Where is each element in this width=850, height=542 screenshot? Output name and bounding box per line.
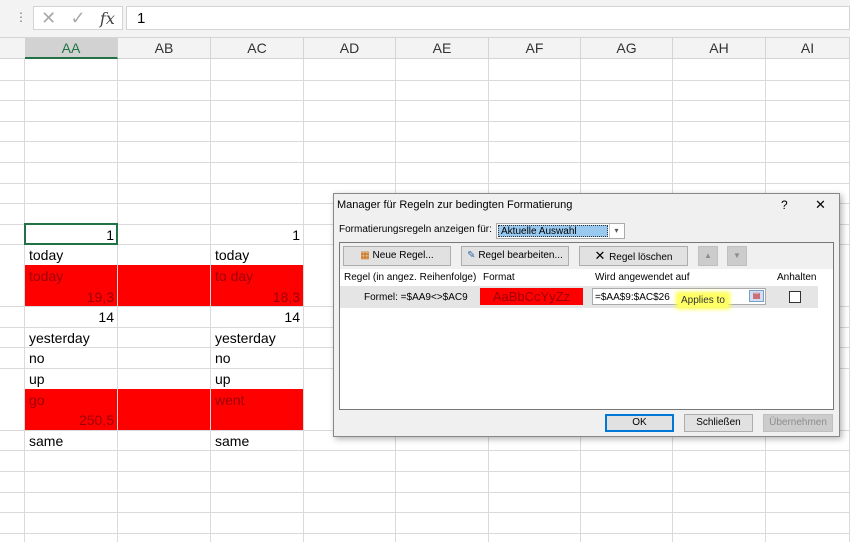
column-headers: AA AB AC AD AE AF AG AH AI: [0, 38, 850, 59]
cell-aa-10[interactable]: today: [25, 266, 118, 287]
cell-aa-14[interactable]: no: [25, 348, 118, 369]
cell-ac-16[interactable]: went: [211, 390, 304, 411]
cell-ac-13[interactable]: yesterday: [211, 328, 304, 349]
dialog-title: Manager für Regeln zur bedingten Formati…: [337, 199, 573, 211]
gridline: [0, 512, 850, 514]
chevron-down-icon: ▾: [609, 224, 623, 238]
move-up-button[interactable]: ▲: [698, 246, 718, 266]
enter-icon[interactable]: ✓: [71, 8, 86, 29]
header-format: Format: [483, 272, 515, 283]
ok-button[interactable]: OK: [605, 414, 674, 432]
fx-icon[interactable]: fx: [100, 9, 115, 28]
edit-rule-icon: ✎: [467, 250, 479, 261]
cancel-icon[interactable]: ✕: [41, 8, 56, 29]
gridline: [0, 450, 850, 452]
gridline: [0, 532, 850, 534]
format-preview: AaBbCcYyZz: [480, 288, 583, 305]
column-header-aa[interactable]: AA: [25, 38, 118, 59]
cell-ac-8[interactable]: 1: [211, 225, 304, 246]
delete-rule-button[interactable]: ✕ Regel löschen: [579, 246, 688, 266]
header-rule: Regel (in angez. Reihenfolge): [344, 272, 477, 283]
column-header-ab[interactable]: AB: [118, 38, 211, 59]
column-header-af[interactable]: AF: [489, 38, 581, 59]
cell-ac-15[interactable]: up: [211, 369, 304, 390]
move-down-button[interactable]: ▼: [727, 246, 747, 266]
apply-button[interactable]: Übernehmen: [763, 414, 833, 432]
show-rules-label: Formatierungsregeln anzeigen für:: [339, 224, 492, 235]
gridline: [0, 120, 850, 122]
new-rule-button[interactable]: ▦ Neue Regel...: [343, 246, 451, 266]
applies-to-annotation: Applies to: [678, 294, 728, 307]
help-button[interactable]: ?: [781, 198, 788, 212]
cell-ac-18[interactable]: same: [211, 431, 304, 452]
options-icon[interactable]: ⋮: [15, 10, 27, 24]
cell-ac-11[interactable]: 18,3: [211, 287, 304, 308]
column-header-ac[interactable]: AC: [211, 38, 304, 59]
gridline: [0, 162, 850, 163]
active-cell-border: [24, 222, 118, 246]
column-header-ag[interactable]: AG: [581, 38, 673, 59]
stop-if-true-checkbox[interactable]: [789, 291, 801, 303]
delete-icon: ✕: [594, 248, 610, 263]
cell-aa-18[interactable]: same: [25, 431, 118, 452]
column-header-ah[interactable]: AH: [673, 38, 766, 59]
rule-formula: Formel: =$AA9<>$AC9: [364, 292, 468, 303]
cell-ac-14[interactable]: no: [211, 348, 304, 369]
gridline: [0, 182, 850, 184]
gridline: [0, 100, 850, 102]
gridline: [0, 471, 850, 472]
gridline: [0, 141, 850, 143]
cell-aa-11[interactable]: 19,3: [25, 287, 118, 308]
column-header-ad[interactable]: AD: [304, 38, 396, 59]
gridline: [0, 491, 850, 493]
conditional-formatting-dialog: Manager für Regeln zur bedingten Formati…: [333, 193, 840, 437]
cell-aa-15[interactable]: up: [25, 369, 118, 390]
show-rules-value: Aktuelle Auswahl: [498, 225, 608, 237]
formula-input[interactable]: 1: [126, 6, 850, 30]
new-rule-icon: ▦: [360, 250, 373, 261]
formula-bar: ⋮ ✕ ✓ fx 1: [0, 0, 850, 38]
cell-ac-12[interactable]: 14: [211, 307, 304, 328]
cell-ac-10[interactable]: to day: [211, 266, 304, 287]
cell-aa-12[interactable]: 14: [25, 307, 118, 328]
gridline: [0, 79, 850, 81]
rule-row[interactable]: Formel: =$AA9<>$AC9 AaBbCcYyZz =$AA$9:$A…: [340, 286, 818, 308]
header-applies: Wird angewendet auf: [595, 272, 690, 283]
cell-aa-13[interactable]: yesterday: [25, 328, 118, 349]
edit-rule-button[interactable]: ✎ Regel bearbeiten...: [461, 246, 569, 266]
rules-panel: ▦ Neue Regel... ✎ Regel bearbeiten... ✕ …: [339, 242, 834, 410]
range-select-icon[interactable]: ▤: [749, 290, 764, 302]
column-header-ae[interactable]: AE: [396, 38, 489, 59]
cell-aa-17[interactable]: 250,5: [25, 410, 118, 431]
header-stop: Anhalten: [777, 272, 817, 283]
formula-buttons: ✕ ✓ fx: [33, 6, 123, 30]
close-icon[interactable]: ✕: [815, 197, 826, 213]
column-header-ai[interactable]: AI: [766, 38, 850, 59]
show-rules-select[interactable]: Aktuelle Auswahl ▾: [496, 223, 625, 239]
cell-ac-9[interactable]: today: [211, 245, 304, 266]
close-button[interactable]: Schließen: [684, 414, 753, 432]
cell-aa-16[interactable]: go: [25, 390, 118, 411]
cell-aa-9[interactable]: today: [25, 245, 118, 266]
